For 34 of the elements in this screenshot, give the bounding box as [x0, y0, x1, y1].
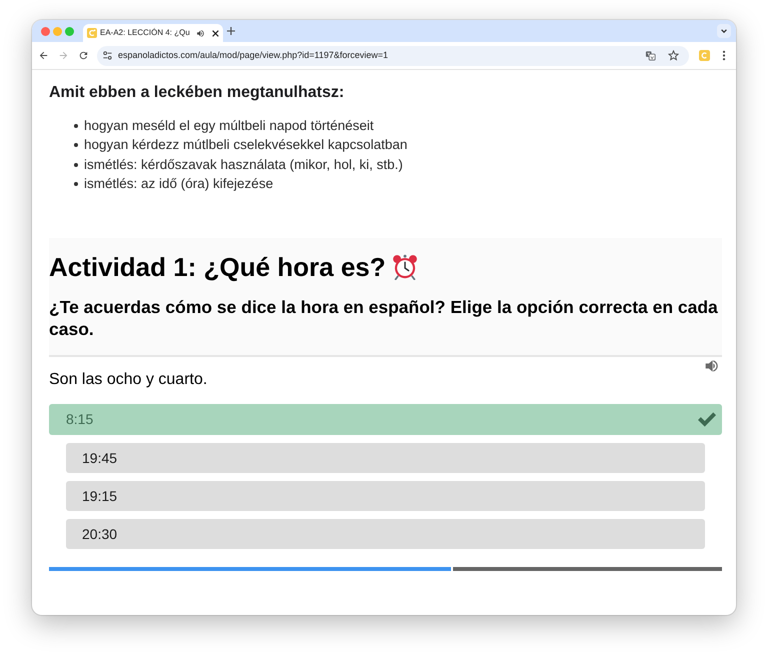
tune-icon[interactable]: [102, 50, 113, 61]
reload-icon[interactable]: [78, 50, 89, 61]
answer-option[interactable]: 20:30: [66, 519, 705, 549]
menu-icon[interactable]: [722, 50, 726, 61]
url-text: espanoladictos.com/aula/mod/page/view.php?id=1197&forceview=1: [118, 48, 390, 62]
list-item-text: hogyan meséld el egy múltbeli napod történéseit: [84, 116, 374, 135]
close-icon[interactable]: [212, 30, 219, 36]
check-icon: [698, 412, 716, 427]
answer-option[interactable]: 19:45: [66, 443, 705, 473]
section-heading: Amit ebben a leckében megtanulhatsz:: [49, 83, 346, 103]
list-item-text: ismétlés: az idő (óra) kifejezése: [84, 175, 274, 194]
list-item-text: hogyan kérdezz mútlbeli cselekvésekkel kapcsolatban: [84, 136, 408, 154]
address-bar[interactable]: espanoladictos.com/aula/mod/page/view.php?id=1197&forceview=1: [97, 46, 689, 66]
alarm-clock-icon: [392, 254, 418, 280]
bullet-icon: [74, 124, 78, 128]
site-logo-icon: [87, 28, 97, 38]
translate-icon[interactable]: [645, 50, 656, 61]
plus-icon[interactable]: [227, 27, 235, 35]
bullet-icon: [74, 143, 78, 148]
answer-option[interactable]: 8:15: [49, 404, 722, 435]
tab-title: EA-A2: LECCIÓN 4: ¿Qu: [100, 28, 190, 38]
list-item-text: ismétlés: kérdőszavak használata (mikor, hol, ki, stb.): [84, 156, 403, 174]
star-icon[interactable]: [668, 50, 679, 61]
browser-tab[interactable]: EA-A2: LECCIÓN 4: ¿Qu: [83, 24, 223, 42]
activity-title: Actividad 1: ¿Qué hora es?: [49, 252, 386, 282]
bullet-icon: [74, 182, 78, 186]
answer-option[interactable]: 19:15: [66, 481, 705, 511]
speaker-icon[interactable]: [704, 359, 720, 373]
speaker-icon[interactable]: [196, 28, 205, 38]
back-arrow-icon[interactable]: [38, 50, 49, 61]
chevron-down-icon[interactable]: [717, 24, 731, 38]
instruction-text: ¿Te acuerdas cómo se dice la hora en español? Elige la opción correcta en cada caso.: [49, 296, 719, 340]
bullet-icon: [74, 162, 78, 167]
prompt-text: Son las ocho y cuarto.: [49, 370, 208, 390]
